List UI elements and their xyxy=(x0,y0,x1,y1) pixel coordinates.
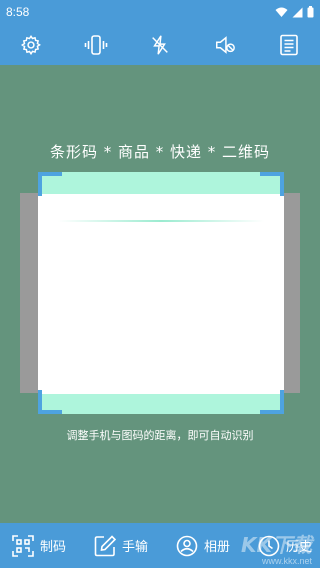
qr-code-icon xyxy=(12,534,34,557)
settings-button[interactable] xyxy=(13,27,49,63)
sound-button[interactable] xyxy=(207,27,243,63)
corner-top-left xyxy=(38,172,62,196)
create-code-button[interactable]: 制码 xyxy=(12,534,67,557)
create-code-label: 制码 xyxy=(40,540,67,555)
document-icon xyxy=(280,34,298,55)
flash-button[interactable] xyxy=(142,27,178,63)
corner-bottom-right xyxy=(260,390,284,414)
scan-band-bottom xyxy=(38,394,284,414)
history-label: 历史 xyxy=(285,540,312,555)
signal-icon xyxy=(292,7,303,17)
vibrate-button[interactable] xyxy=(78,27,114,63)
bottom-nav: 制码 手输 相册 历史 xyxy=(0,523,320,568)
corner-bottom-left xyxy=(38,390,62,414)
flash-off-icon xyxy=(152,34,168,55)
history-button[interactable]: 历史 xyxy=(258,535,312,557)
scan-side-left xyxy=(20,193,38,393)
scan-title: 条形码 * 商品 * 快递 * 二维码 xyxy=(49,143,271,161)
wifi-icon xyxy=(275,7,288,17)
top-toolbar xyxy=(0,24,320,65)
album-label: 相册 xyxy=(203,540,230,555)
manual-input-button[interactable]: 手输 xyxy=(94,534,148,557)
scan-frame xyxy=(38,172,284,414)
clock-icon xyxy=(258,535,280,556)
history-list-button[interactable] xyxy=(271,27,307,63)
status-time: 8:58 xyxy=(6,5,30,19)
battery-icon xyxy=(307,6,314,18)
vibrate-icon xyxy=(84,34,107,55)
settings-icon xyxy=(20,34,41,55)
corner-top-right xyxy=(260,172,284,196)
status-bar: 8:58 xyxy=(0,0,320,24)
scan-line xyxy=(58,220,264,222)
status-icons xyxy=(275,6,314,18)
manual-input-label: 手输 xyxy=(121,540,148,555)
scan-side-right xyxy=(284,193,300,393)
scan-hint: 调整手机与图码的距离，即可自动识别 xyxy=(66,429,254,442)
edit-icon xyxy=(94,534,116,556)
sound-off-icon xyxy=(215,35,235,54)
scan-band-top xyxy=(38,172,284,194)
album-icon xyxy=(176,535,198,556)
album-button[interactable]: 相册 xyxy=(176,535,230,557)
